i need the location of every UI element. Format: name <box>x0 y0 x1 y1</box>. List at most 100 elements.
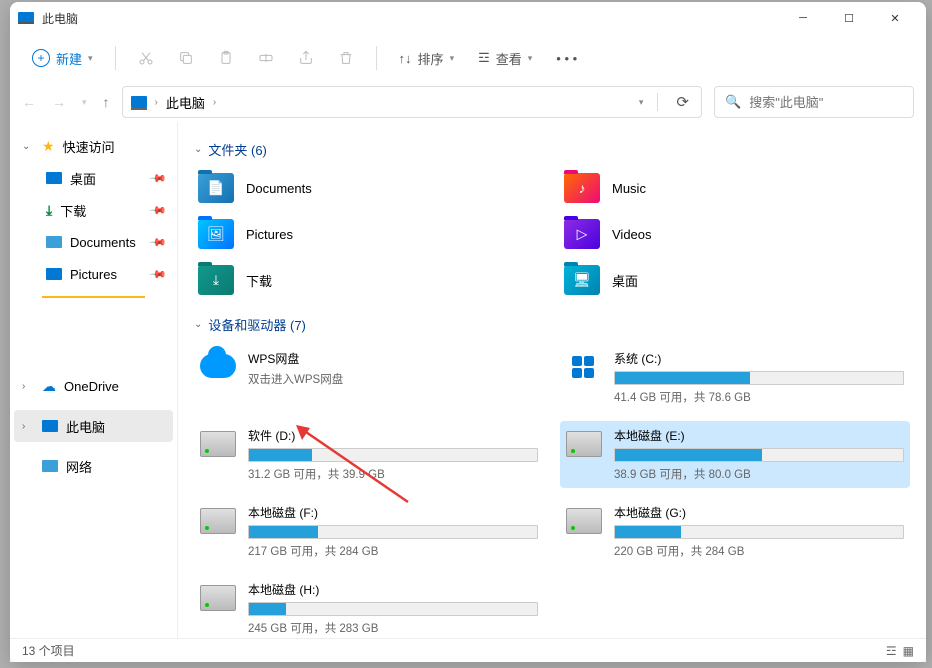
sidebar: ⌄ ★ 快速访问 桌面 📌 ⤓ 下载 📌 Documents 📌 P <box>10 122 178 662</box>
hdd-icon <box>200 585 236 611</box>
sidebar-item-documents[interactable]: Documents 📌 <box>14 226 173 258</box>
forward-button[interactable]: → <box>52 94 66 110</box>
address-bar: ← → ▾ ↑ › 此电脑 › ▾ ⟳ 🔍 <box>10 82 926 122</box>
folder-documents[interactable]: 📄 Documents <box>194 169 544 207</box>
folder-desktop[interactable]: 🖥 桌面 <box>560 261 910 299</box>
drive-h[interactable]: 本地磁盘 (H:) 245 GB 可用，共 283 GB <box>194 575 544 642</box>
section-drives[interactable]: ⌄ 设备和驱动器 (7) <box>194 315 910 334</box>
storage-bar <box>614 371 904 385</box>
up-button[interactable]: ↑ <box>103 94 110 110</box>
view-button[interactable]: ☲ 查看 ▾ <box>468 40 542 76</box>
status-bar: 13 个项目 ☲ ▦ <box>10 638 926 662</box>
sidebar-network[interactable]: 网络 <box>14 450 173 482</box>
sidebar-label: 此电脑 <box>66 417 105 436</box>
hdd-icon <box>566 431 602 457</box>
drive-label: 本地磁盘 (H:) <box>248 581 538 598</box>
drive-hint: 双击进入WPS网盘 <box>248 371 538 387</box>
view-details-button[interactable]: ☲ <box>886 644 897 658</box>
cloud-icon: ☁ <box>42 378 56 395</box>
search-input[interactable] <box>749 95 925 110</box>
drive-d[interactable]: 软件 (D:) 31.2 GB 可用，共 39.9 GB <box>194 421 544 488</box>
sidebar-quick-access[interactable]: ⌄ ★ 快速访问 <box>14 130 173 162</box>
breadcrumb-location[interactable]: 此电脑 <box>166 93 205 112</box>
drive-c[interactable]: 系统 (C:) 41.4 GB 可用，共 78.6 GB <box>560 344 910 411</box>
folder-label: 桌面 <box>612 271 638 290</box>
storage-bar <box>614 448 904 462</box>
delete-button[interactable] <box>328 40 364 76</box>
back-button[interactable]: ← <box>22 94 36 110</box>
delete-icon <box>338 50 354 66</box>
pictures-icon <box>46 268 62 280</box>
folder-label: 下载 <box>246 271 272 290</box>
history-button[interactable]: ▾ <box>82 97 87 108</box>
drive-status: 245 GB 可用，共 283 GB <box>248 620 538 636</box>
sidebar-item-pictures[interactable]: Pictures 📌 <box>14 258 173 290</box>
rename-icon <box>258 50 274 66</box>
folder-downloads[interactable]: ⤓ 下载 <box>194 261 544 299</box>
this-pc-icon <box>42 420 58 432</box>
folder-music[interactable]: ♪ Music <box>560 169 910 207</box>
share-button[interactable] <box>288 40 324 76</box>
drive-status: 38.9 GB 可用，共 80.0 GB <box>614 466 904 482</box>
hdd-icon <box>200 508 236 534</box>
sidebar-this-pc[interactable]: › 此电脑 <box>14 410 173 442</box>
pin-icon: 📌 <box>149 233 168 252</box>
sidebar-onedrive[interactable]: › ☁ OneDrive <box>14 370 173 402</box>
document-icon <box>46 236 62 248</box>
this-pc-icon <box>131 96 147 108</box>
star-icon: ★ <box>42 138 55 155</box>
drive-e[interactable]: 本地磁盘 (E:) 38.9 GB 可用，共 80.0 GB <box>560 421 910 488</box>
share-icon <box>298 50 314 66</box>
explorer-window: 此电脑 ─ ☐ ✕ + 新建 ▾ ↑↓ 排序 ▾ ☲ 查看 ▾ <box>10 2 926 662</box>
paste-button[interactable] <box>208 40 244 76</box>
rename-button[interactable] <box>248 40 284 76</box>
storage-bar <box>248 448 538 462</box>
status-count: 13 个项目 <box>22 642 75 659</box>
chevron-down-icon: ⌄ <box>194 144 202 155</box>
music-icon: ♪ <box>564 173 600 203</box>
folder-label: Music <box>612 181 646 196</box>
sidebar-item-desktop[interactable]: 桌面 📌 <box>14 162 173 194</box>
drive-status: 31.2 GB 可用，共 39.9 GB <box>248 466 538 482</box>
maximize-button[interactable]: ☐ <box>826 2 872 34</box>
sort-button[interactable]: ↑↓ 排序 ▾ <box>389 40 465 76</box>
breadcrumb[interactable]: › 此电脑 › ▾ ⟳ <box>122 86 702 118</box>
hdd-icon <box>200 431 236 457</box>
refresh-button[interactable]: ⟳ <box>672 93 693 111</box>
minimize-button[interactable]: ─ <box>780 2 826 34</box>
new-label: 新建 <box>56 49 82 68</box>
sort-icon: ↑↓ <box>399 51 412 66</box>
storage-bar <box>248 525 538 539</box>
downloads-icon: ⤓ <box>198 265 234 295</box>
new-button[interactable]: + 新建 ▾ <box>22 40 103 76</box>
folder-pictures[interactable]: 🖼 Pictures <box>194 215 544 253</box>
chevron-right-icon: › <box>22 381 34 392</box>
pin-icon: 📌 <box>149 169 168 188</box>
chevron-down-icon[interactable]: ▾ <box>639 97 644 108</box>
pictures-icon: 🖼 <box>198 219 234 249</box>
drive-f[interactable]: 本地磁盘 (F:) 217 GB 可用，共 284 GB <box>194 498 544 565</box>
search-box[interactable]: 🔍 <box>714 86 914 118</box>
drive-label: 本地磁盘 (G:) <box>614 504 904 521</box>
chevron-right-icon: › <box>22 421 34 432</box>
more-button[interactable]: • • • <box>546 40 587 76</box>
drive-label: WPS网盘 <box>248 350 538 367</box>
section-folders[interactable]: ⌄ 文件夹 (6) <box>194 140 910 159</box>
drive-wps[interactable]: WPS网盘 双击进入WPS网盘 <box>194 344 544 411</box>
toolbar: + 新建 ▾ ↑↓ 排序 ▾ ☲ 查看 ▾ • • • <box>10 34 926 82</box>
folder-videos[interactable]: ▷ Videos <box>560 215 910 253</box>
drive-label: 软件 (D:) <box>248 427 538 444</box>
copy-button[interactable] <box>168 40 204 76</box>
windows-drive-icon <box>566 354 602 380</box>
sort-label: 排序 <box>418 49 444 68</box>
section-label: 文件夹 (6) <box>208 140 267 159</box>
drive-g[interactable]: 本地磁盘 (G:) 220 GB 可用，共 284 GB <box>560 498 910 565</box>
sidebar-label: 网络 <box>66 457 92 476</box>
close-button[interactable]: ✕ <box>872 2 918 34</box>
cut-button[interactable] <box>128 40 164 76</box>
sidebar-item-downloads[interactable]: ⤓ 下载 📌 <box>14 194 173 226</box>
search-icon: 🔍 <box>725 94 741 110</box>
chevron-right-icon: › <box>213 97 216 108</box>
download-icon: ⤓ <box>46 202 52 219</box>
view-tiles-button[interactable]: ▦ <box>903 644 914 658</box>
